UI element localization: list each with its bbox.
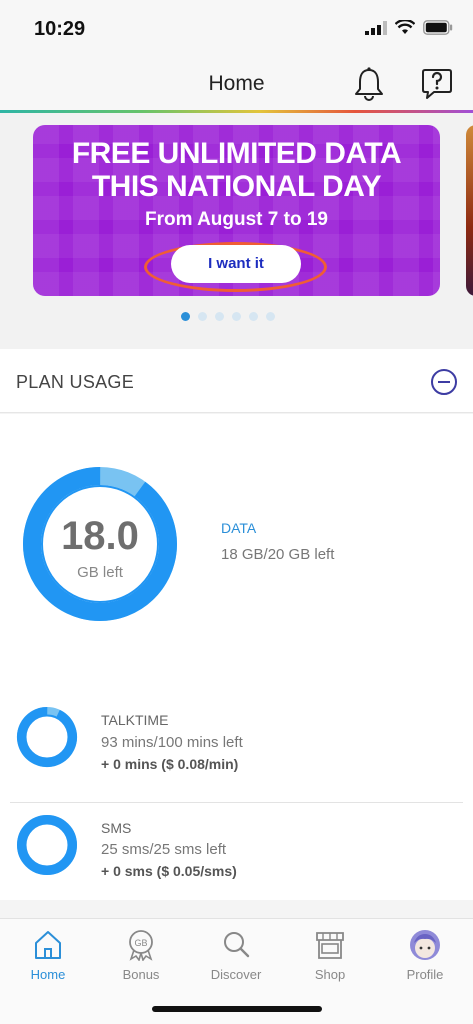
tab-home-label: Home	[30, 967, 66, 982]
data-label[interactable]: DATA	[221, 520, 256, 536]
carousel-dots	[181, 312, 275, 321]
usage-divider	[10, 802, 463, 803]
status-bar: 10:29	[0, 0, 473, 58]
next-banner-peek[interactable]	[466, 125, 473, 296]
nav-bar: Home	[0, 58, 473, 112]
tab-discover[interactable]: Discover	[196, 929, 276, 982]
sms-label: SMS	[101, 820, 132, 836]
carousel-dot[interactable]	[232, 312, 241, 321]
tab-shop[interactable]: Shop	[290, 929, 370, 982]
carousel-dot[interactable]	[249, 312, 258, 321]
i-want-it-button[interactable]: I want it	[171, 245, 301, 283]
carousel-dot[interactable]	[266, 312, 275, 321]
promo-banner[interactable]: FREE UNLIMITED DATA THIS NATIONAL DAY Fr…	[33, 125, 440, 296]
talktime-label: TALKTIME	[101, 712, 169, 728]
page-title: Home	[208, 72, 265, 95]
tab-shop-label: Shop	[314, 967, 346, 982]
home-icon	[35, 931, 61, 959]
carousel-dot[interactable]	[181, 312, 190, 321]
plan-usage-header[interactable]: PLAN USAGE	[0, 349, 473, 413]
ring-remaining-arc	[17, 815, 77, 875]
tab-bonus[interactable]: GB Bonus	[101, 929, 181, 982]
home-indicator	[152, 1006, 322, 1012]
battery-icon	[423, 20, 453, 35]
collapse-icon[interactable]	[431, 369, 457, 395]
plan-usage-title: PLAN USAGE	[16, 372, 135, 392]
ring-inner-line	[24, 714, 70, 760]
talktime-extra-text: + 0 mins ($ 0.08/min)	[101, 756, 239, 772]
tab-home[interactable]: Home	[8, 929, 88, 982]
sms-extra-text: + 0 sms ($ 0.05/sms)	[101, 863, 237, 879]
tab-discover-label: Discover	[210, 967, 262, 982]
carousel-dot[interactable]	[215, 312, 224, 321]
wifi-icon	[395, 20, 415, 34]
plan-usage-body: 18.0 GB left DATA 18 GB/20 GB left TALKT…	[0, 414, 473, 900]
help-icon[interactable]	[420, 66, 454, 102]
status-time: 10:29	[34, 18, 86, 40]
talktime-left-text: 93 mins/100 mins left	[101, 734, 243, 751]
ring-inner-line	[24, 822, 70, 868]
banner-title-line2: THIS NATIONAL DAY	[91, 170, 382, 203]
promo-carousel[interactable]: FREE UNLIMITED DATA THIS NATIONAL DAY Fr…	[0, 113, 473, 349]
data-value: 18.0	[61, 514, 139, 558]
banner-title: FREE UNLIMITED DATA THIS NATIONAL DAY	[33, 137, 440, 203]
tab-bonus-label: Bonus	[122, 967, 160, 982]
tab-profile[interactable]: Profile	[385, 929, 465, 982]
talktime-usage-ring	[17, 707, 77, 767]
sms-usage-ring	[17, 815, 77, 875]
tab-profile-label: Profile	[406, 967, 444, 982]
avatar-icon	[410, 930, 440, 960]
banner-subtitle: From August 7 to 19	[145, 209, 328, 230]
bell-icon[interactable]	[352, 66, 386, 102]
shop-icon	[316, 932, 344, 959]
banner-title-line1: FREE UNLIMITED DATA	[71, 137, 402, 170]
data-left-text: 18 GB/20 GB left	[221, 546, 335, 563]
signal-icon	[365, 20, 387, 35]
sms-left-text: 25 sms/25 sms left	[101, 841, 227, 858]
gb-badge-icon: GB	[129, 930, 153, 961]
status-icons	[365, 20, 453, 35]
search-icon	[224, 932, 250, 958]
data-unit: GB left	[77, 564, 123, 581]
svg-text:GB: GB	[134, 938, 147, 948]
carousel-dot[interactable]	[198, 312, 207, 321]
